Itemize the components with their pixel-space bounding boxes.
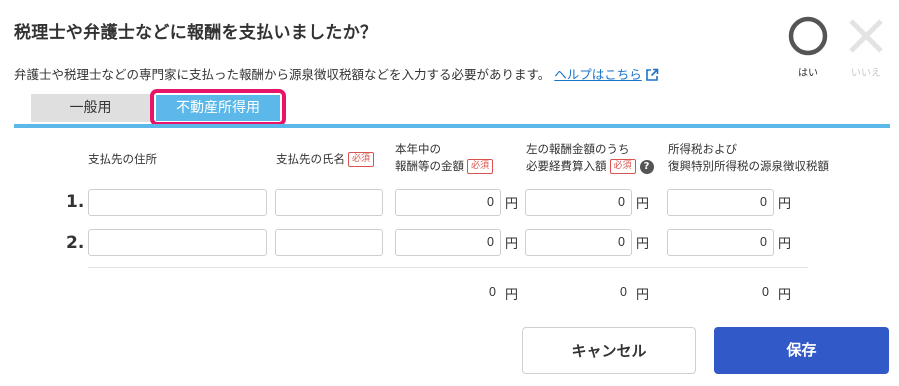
- column-header-amount-line1: 本年中の: [395, 142, 441, 156]
- column-header-tax: 所得税および 復興特別所得税の源泉徴収税額: [668, 141, 829, 175]
- amount-input[interactable]: 0: [395, 229, 501, 256]
- column-header-expense-line1: 左の報酬金額のうち: [526, 142, 630, 156]
- column-header-tax-line1: 所得税および: [668, 142, 737, 156]
- description-text: 弁護士や税理士などの専門家に支払った報酬から源泉徴収税額などを入力する必要があり…: [14, 67, 551, 82]
- external-link-icon[interactable]: [645, 68, 659, 85]
- save-button[interactable]: 保存: [714, 327, 889, 374]
- circle-icon: [788, 16, 828, 56]
- column-header-tax-line2: 復興特別所得税の源泉徴収税額: [668, 159, 829, 173]
- unit-label: 円: [636, 237, 650, 252]
- column-header-expense: 左の報酬金額のうち 必要経費算入額 必須?: [526, 141, 654, 175]
- tax-input[interactable]: 0: [667, 189, 774, 216]
- unit-label: 円: [505, 288, 519, 303]
- required-badge: 必須: [467, 159, 494, 174]
- column-header-name: 支払先の氏名 必須: [276, 151, 375, 168]
- column-header-amount-line2: 報酬等の金額: [395, 159, 464, 173]
- unit-label: 円: [636, 197, 650, 212]
- help-link[interactable]: ヘルプはこちら: [554, 67, 642, 82]
- expense-input[interactable]: 0: [525, 189, 632, 216]
- column-header-name-text: 支払先の氏名: [276, 152, 345, 166]
- yes-option[interactable]: はい: [784, 14, 832, 79]
- totals-divider: [88, 267, 808, 268]
- dialog-title: 税理士や弁護士などに報酬を支払いましたか？: [14, 23, 378, 43]
- no-option[interactable]: いいえ: [842, 14, 890, 79]
- no-label: いいえ: [851, 68, 881, 79]
- tab-underline: [14, 124, 890, 128]
- total-expense: 0: [620, 285, 627, 299]
- required-badge: 必須: [348, 152, 375, 167]
- tab-real-estate[interactable]: 不動産所得用: [156, 95, 280, 121]
- address-input[interactable]: [88, 229, 267, 256]
- column-header-amount: 本年中の 報酬等の金額 必須: [395, 141, 494, 175]
- tax-input[interactable]: 0: [667, 229, 774, 256]
- unit-label: 円: [505, 237, 519, 252]
- expense-input[interactable]: 0: [525, 229, 632, 256]
- yes-label: はい: [798, 68, 818, 79]
- unit-label: 円: [778, 237, 792, 252]
- unit-label: 円: [636, 288, 650, 303]
- required-badge: 必須: [609, 159, 636, 174]
- name-input[interactable]: [275, 189, 383, 216]
- total-amount: 0: [489, 285, 496, 299]
- description: 弁護士や税理士などの専門家に支払った報酬から源泉徴収税額などを入力する必要があり…: [14, 64, 659, 85]
- help-question-icon[interactable]: ?: [639, 159, 654, 174]
- tab-general[interactable]: 一般用: [31, 94, 150, 122]
- cross-icon: [849, 19, 883, 53]
- unit-label: 円: [778, 197, 792, 212]
- name-input[interactable]: [275, 229, 383, 256]
- cancel-button[interactable]: キャンセル: [522, 327, 696, 374]
- column-header-expense-line2: 必要経費算入額: [526, 159, 607, 173]
- column-header-address: 支払先の住所: [88, 152, 157, 166]
- address-input[interactable]: [88, 189, 267, 216]
- row-number: 2.: [66, 233, 85, 253]
- unit-label: 円: [778, 288, 792, 303]
- total-tax: 0: [762, 285, 769, 299]
- row-number: 1.: [66, 192, 85, 212]
- unit-label: 円: [505, 197, 519, 212]
- amount-input[interactable]: 0: [395, 189, 501, 216]
